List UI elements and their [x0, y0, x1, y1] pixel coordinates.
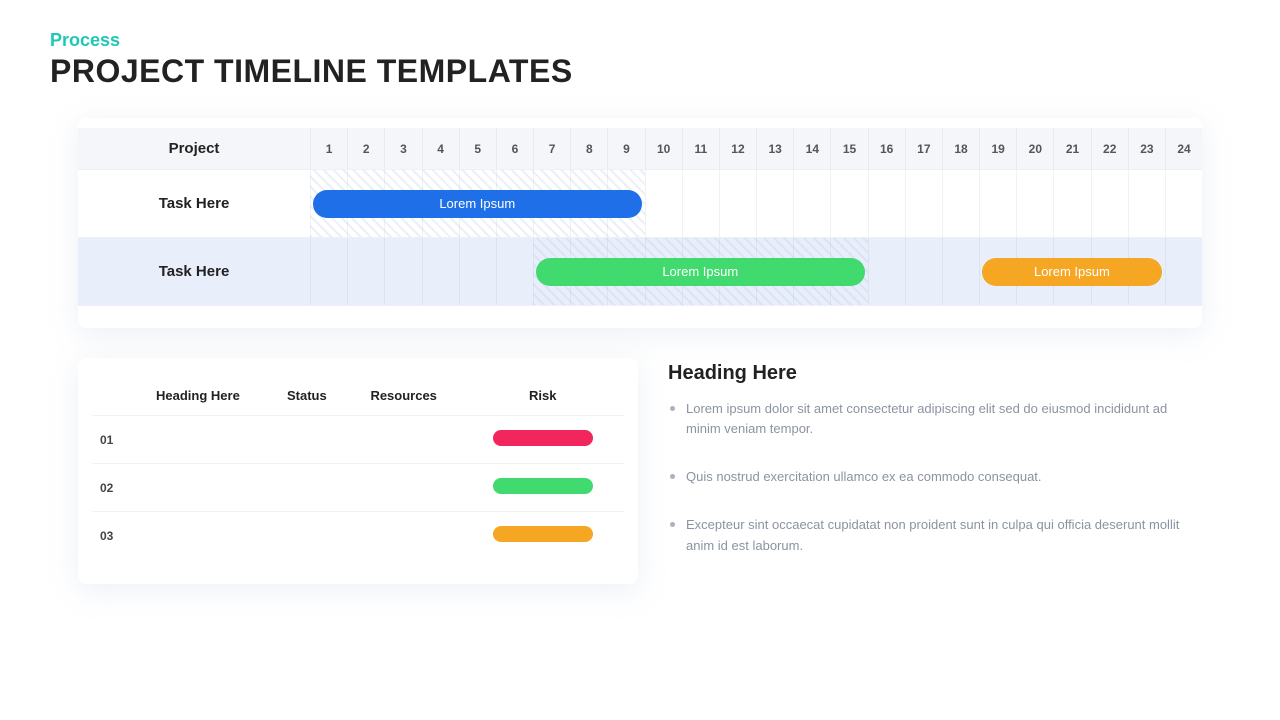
table-header: Risk	[461, 376, 624, 416]
gantt-col-6: 6	[496, 128, 533, 169]
gantt-col-15: 15	[830, 128, 867, 169]
gantt-col-9: 9	[607, 128, 644, 169]
eyebrow: Process	[50, 30, 1230, 51]
gantt-bar: Lorem Ipsum	[982, 258, 1162, 286]
gantt-col-14: 14	[793, 128, 830, 169]
gantt-col-23: 23	[1128, 128, 1165, 169]
gantt-col-11: 11	[682, 128, 719, 169]
gantt-col-7: 7	[533, 128, 570, 169]
gantt-bar: Lorem Ipsum	[313, 190, 642, 218]
bullet-item: Excepteur sint occaecat cupidatat non pr…	[668, 515, 1202, 555]
status-table: Heading HereStatusResourcesRisk 010203	[92, 376, 624, 559]
table-row: 03	[92, 512, 624, 560]
gantt-col-18: 18	[942, 128, 979, 169]
table-row: 01	[92, 416, 624, 464]
bullet-item: Lorem ipsum dolor sit amet consectetur a…	[668, 399, 1202, 439]
gantt-col-10: 10	[645, 128, 682, 169]
gantt-col-8: 8	[570, 128, 607, 169]
page-title: PROJECT TIMELINE TEMPLATES	[50, 53, 1230, 90]
gantt-col-3: 3	[384, 128, 421, 169]
gantt-col-24: 24	[1165, 128, 1202, 169]
risk-pill	[493, 430, 593, 446]
gantt-card: Project 12345678910111213141516171819202…	[78, 118, 1202, 328]
table-header: Status	[268, 376, 346, 416]
risk-pill	[493, 478, 593, 494]
gantt-col-17: 17	[905, 128, 942, 169]
gantt-col-21: 21	[1053, 128, 1090, 169]
description-heading: Heading Here	[668, 362, 1202, 385]
gantt-col-1: 1	[310, 128, 347, 169]
bullet-item: Quis nostrud exercitation ullamco ex ea …	[668, 467, 1202, 487]
gantt-col-5: 5	[459, 128, 496, 169]
description-block: Heading Here Lorem ipsum dolor sit amet …	[668, 358, 1202, 584]
gantt-col-20: 20	[1016, 128, 1053, 169]
gantt-col-4: 4	[422, 128, 459, 169]
gantt-row: Task Here Lorem Ipsum Lorem Ipsum	[78, 238, 1202, 306]
gantt-bar: Lorem Ipsum	[536, 258, 865, 286]
gantt-col-2: 2	[347, 128, 384, 169]
gantt-col-12: 12	[719, 128, 756, 169]
gantt-col-19: 19	[979, 128, 1016, 169]
gantt-label-header: Project	[78, 128, 310, 169]
gantt-col-22: 22	[1091, 128, 1128, 169]
gantt-col-16: 16	[868, 128, 905, 169]
table-header: Resources	[346, 376, 462, 416]
gantt-row: Task HereLorem Ipsum	[78, 170, 1202, 238]
status-table-card: Heading HereStatusResourcesRisk 010203	[78, 358, 638, 584]
gantt-chart: Project 12345678910111213141516171819202…	[78, 128, 1202, 306]
table-row: 02	[92, 464, 624, 512]
gantt-col-13: 13	[756, 128, 793, 169]
table-header: Heading Here	[128, 376, 268, 416]
gantt-row-label: Task Here	[78, 238, 310, 305]
risk-pill	[493, 526, 593, 542]
gantt-header: Project 12345678910111213141516171819202…	[78, 128, 1202, 170]
gantt-row-label: Task Here	[78, 170, 310, 237]
